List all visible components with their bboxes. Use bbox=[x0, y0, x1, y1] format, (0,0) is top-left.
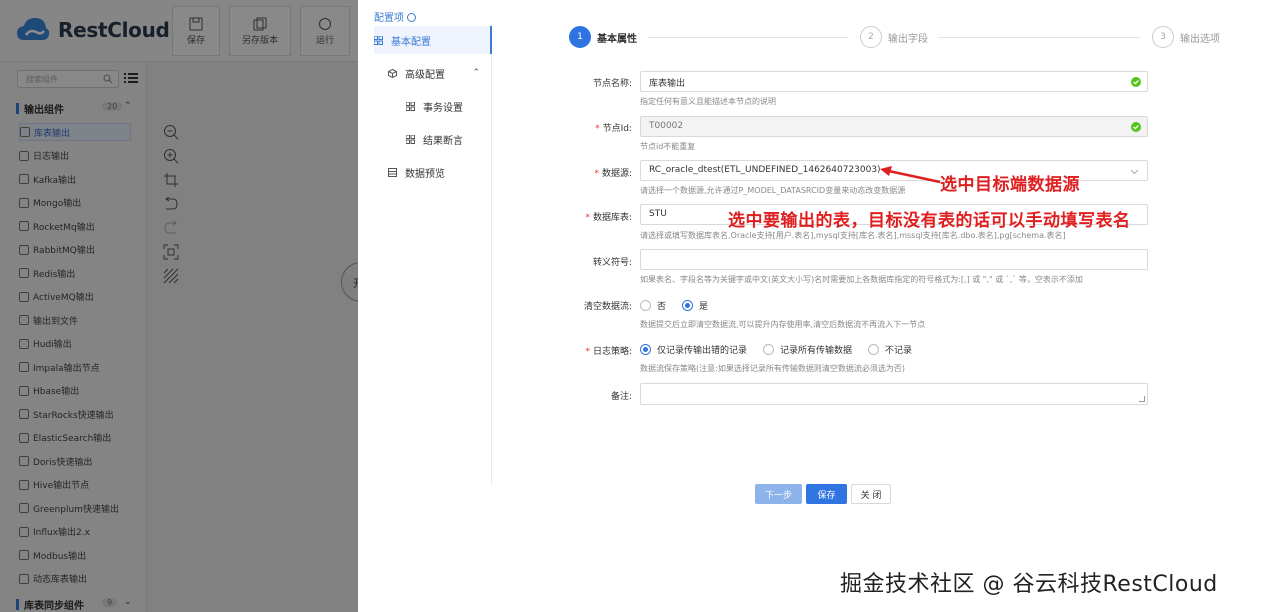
annotation-arrow-icon bbox=[880, 166, 941, 184]
config-title: 配置项 bbox=[374, 9, 416, 24]
annotation-table: 选中要输出的表，目标没有表的话可以手动填写表名 bbox=[728, 211, 1131, 231]
watermark: 掘金技术社区 @ 谷云科技RestCloud bbox=[840, 572, 1218, 597]
annotation-datasource: 选中目标端数据源 bbox=[940, 175, 1080, 195]
step-output-fields[interactable]: 2 输出字段 bbox=[860, 26, 928, 48]
background-app: RestCloud 保存 另存版本 运行 搜索组件 输出组件 20 ⌃ 库表输出… bbox=[0, 0, 358, 612]
grid-icon bbox=[374, 35, 383, 45]
node-id-help: 节点id不能重复 bbox=[640, 142, 696, 151]
step-number: 1 bbox=[569, 26, 591, 48]
grid-icon bbox=[406, 101, 415, 111]
table-help: 请选择或填写数据库表名,Oracle支持[用户.表名],mysql支持[库名.表… bbox=[640, 231, 1066, 240]
log-policy-label: * 日志策略: bbox=[585, 347, 632, 357]
cube-icon bbox=[388, 68, 397, 78]
step-label: 输出字段 bbox=[888, 33, 928, 45]
next-step-button[interactable]: 下一步 bbox=[755, 484, 802, 504]
step-divider bbox=[938, 37, 1140, 38]
step-number: 3 bbox=[1152, 26, 1174, 48]
menu-item-basic-config[interactable]: 基本配置 bbox=[374, 26, 492, 54]
clear-yes-radio[interactable]: 是 bbox=[682, 299, 708, 312]
log-error-only-radio[interactable]: 仅记录传输出错的记录 bbox=[640, 343, 747, 356]
node-id-label: * 节点Id: bbox=[595, 124, 632, 134]
chevron-down-icon bbox=[1130, 169, 1139, 175]
menu-item-result-assert[interactable]: 结果断言 bbox=[406, 125, 492, 153]
config-drawer: 配置项 基本配置 高级配置 ⌃ 事务设置 结果断言 数据预览 1 基本属性 2 bbox=[358, 0, 1266, 612]
clear-stream-label: 清空数据流: bbox=[583, 302, 632, 312]
log-all-radio[interactable]: 记录所有传输数据 bbox=[763, 343, 852, 356]
node-name-label: 节点名称: bbox=[592, 79, 632, 89]
menu-item-data-preview[interactable]: 数据预览 bbox=[388, 158, 492, 186]
clear-no-radio[interactable]: 否 bbox=[640, 299, 666, 312]
remark-textarea[interactable] bbox=[640, 383, 1148, 405]
remark-label: 备注: bbox=[610, 392, 632, 402]
log-policy-radio-group: 仅记录传输出错的记录 记录所有传输数据 不记录 bbox=[640, 341, 928, 357]
step-output-options[interactable]: 3 输出选项 bbox=[1152, 26, 1220, 48]
check-circle-icon bbox=[1131, 77, 1141, 87]
log-policy-help: 数据流保存策略(注意:如果选择记录所有传输数据则清空数据流必须选为否) bbox=[640, 364, 905, 373]
node-id-value: T00002 bbox=[649, 121, 684, 131]
resize-handle-icon[interactable] bbox=[1139, 396, 1145, 402]
escape-input[interactable] bbox=[640, 249, 1148, 270]
node-name-value: 库表输出 bbox=[649, 79, 686, 89]
table-value: STU bbox=[649, 209, 667, 219]
clear-stream-radio-group: 否 是 bbox=[640, 297, 724, 313]
check-circle-icon bbox=[1131, 122, 1141, 132]
log-none-radio[interactable]: 不记录 bbox=[868, 343, 912, 356]
menu-item-label: 事务设置 bbox=[423, 102, 463, 114]
step-basic-properties[interactable]: 1 基本属性 bbox=[569, 26, 637, 48]
escape-help: 如果表名、字段名等为关键字或中文(英文大小写)名时需要加上各数据库指定的符号格式… bbox=[640, 275, 1083, 284]
datasource-label: * 数据源: bbox=[594, 169, 632, 179]
table-label: * 数据库表: bbox=[585, 213, 632, 223]
node-name-input[interactable]: 库表输出 bbox=[640, 71, 1148, 92]
table-icon bbox=[388, 167, 397, 177]
clear-stream-help: 数据提交后立即清空数据流,可以提升内存使用率,清空后数据流不再流入下一节点 bbox=[640, 320, 926, 329]
menu-item-advanced-config[interactable]: 高级配置 ⌃ bbox=[388, 59, 492, 87]
node-id-input[interactable]: T00002 bbox=[640, 116, 1148, 137]
menu-item-label: 结果断言 bbox=[423, 135, 463, 147]
escape-label: 转义符号: bbox=[592, 258, 632, 268]
close-button[interactable]: 关 闭 bbox=[851, 484, 891, 504]
menu-item-label: 高级配置 bbox=[405, 69, 445, 81]
config-menu: 基本配置 高级配置 ⌃ 事务设置 结果断言 数据预览 bbox=[358, 24, 492, 484]
save-button[interactable]: 保存 bbox=[806, 484, 847, 504]
menu-item-label: 基本配置 bbox=[391, 36, 431, 48]
modal-mask[interactable] bbox=[0, 0, 358, 612]
menu-item-transaction[interactable]: 事务设置 bbox=[406, 92, 492, 120]
grid-icon bbox=[406, 134, 415, 144]
step-divider bbox=[648, 37, 848, 38]
step-label: 输出选项 bbox=[1180, 33, 1220, 45]
config-title-text: 配置项 bbox=[374, 13, 404, 24]
chevron-up-icon: ⌃ bbox=[472, 68, 480, 78]
step-number: 2 bbox=[860, 26, 882, 48]
step-label: 基本属性 bbox=[597, 33, 637, 45]
datasource-help: 请选择一个数据源,允许通过P_MODEL_DATASRCID变量来动态改变数据源 bbox=[640, 186, 906, 195]
menu-item-label: 数据预览 bbox=[405, 168, 445, 180]
datasource-value: RC_oracle_dtest(ETL_UNDEFINED_1462640723… bbox=[649, 165, 881, 175]
help-icon[interactable] bbox=[407, 13, 416, 22]
node-name-help: 指定任何有意义且能描述本节点的说明 bbox=[640, 97, 776, 106]
